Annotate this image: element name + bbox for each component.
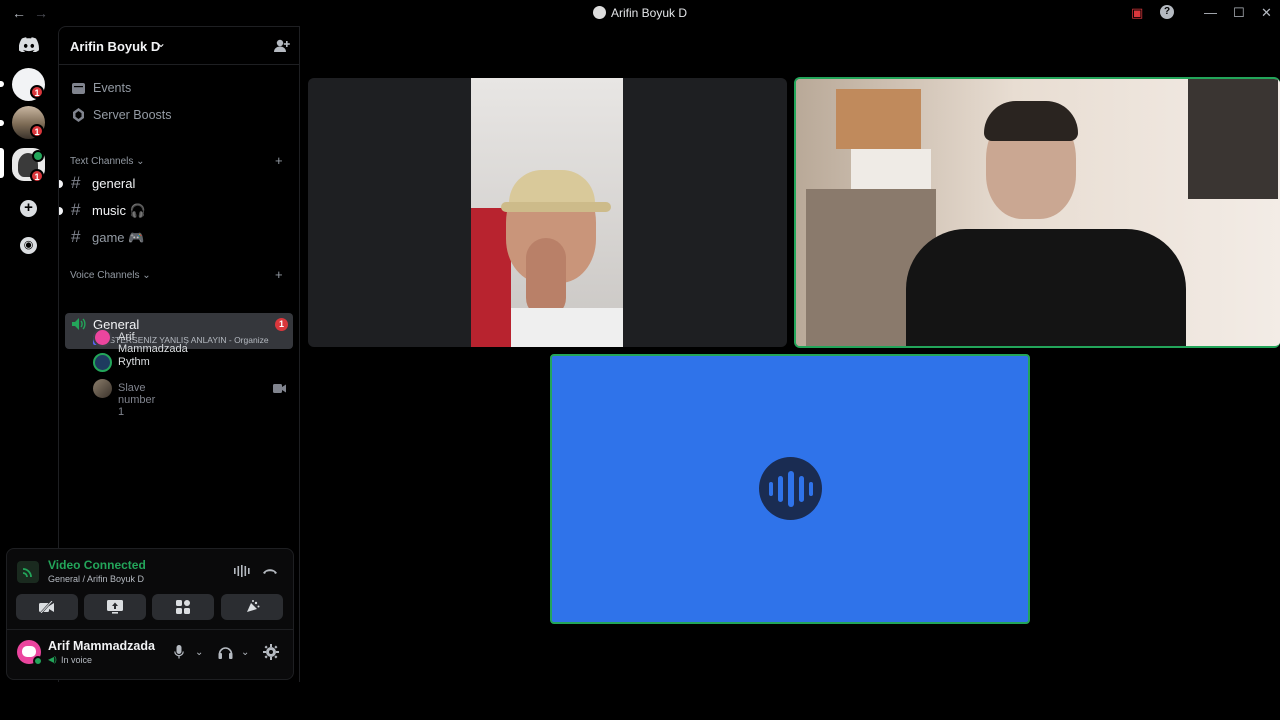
voice-connection-panel: Video Connected General / Arifin Boyuk D… (6, 548, 294, 680)
panel-divider (7, 629, 293, 630)
discord-home-icon[interactable] (12, 28, 45, 61)
member-name: Slave number 1 (118, 382, 156, 418)
channel-name: general (92, 176, 136, 191)
server-boosts-label: Server Boosts (93, 108, 172, 122)
hash-icon: # (71, 227, 81, 246)
speaker-icon (72, 318, 86, 330)
window-title: Arifin Boyuk D (0, 6, 1280, 20)
video-stage (300, 26, 1280, 720)
unread-indicator (59, 180, 63, 188)
channel-music[interactable]: # music 🎧 (59, 199, 293, 223)
sound-bar (808, 481, 813, 496)
mention-badge: 1 (30, 169, 44, 183)
create-voice-channel-icon[interactable]: + (275, 267, 283, 282)
unread-indicator (59, 207, 63, 215)
activities-button[interactable] (152, 594, 214, 620)
user-avatar[interactable] (17, 640, 43, 666)
connection-location[interactable]: General / Arifin Boyuk D (48, 574, 144, 584)
member-name: Arif Mammadzada (118, 331, 188, 355)
discover-icon[interactable]: ◉ (12, 227, 45, 260)
connection-signal-icon[interactable] (17, 561, 39, 583)
screen-share-button[interactable] (84, 594, 146, 620)
minimize-icon[interactable]: — (1204, 5, 1217, 20)
invite-people-icon[interactable] (274, 39, 290, 53)
sound-bar (798, 475, 804, 502)
video-tile-member-1[interactable] (308, 78, 787, 347)
disconnect-icon[interactable] (262, 567, 278, 575)
connection-status[interactable]: Video Connected (48, 558, 146, 572)
voice-channels-category[interactable]: Voice Channels ⌄ (70, 270, 151, 281)
title-bar: ← → Arifin Boyuk D ▣ ? — ☐ ✕ (0, 0, 1280, 26)
deafen-options-chevron-icon[interactable]: ⌄ (241, 647, 249, 658)
user-name[interactable]: Arif Mammadzada (48, 639, 155, 653)
unread-pill (0, 81, 4, 87)
camera-feed-image (471, 78, 623, 347)
settings-gear-icon[interactable] (263, 644, 279, 660)
hash-icon: # (71, 200, 81, 219)
soundboard-icon (246, 600, 259, 612)
voice-channel-badge: 1 (275, 318, 288, 331)
text-channels-category[interactable]: Text Channels ⌄ (70, 156, 145, 167)
server-boosts-item[interactable]: Server Boosts (65, 103, 293, 127)
user-status: In voice (61, 655, 93, 665)
server-name: Arifin Boyuk D (70, 39, 161, 54)
mention-badge: 1 (30, 124, 44, 138)
sound-bar (787, 470, 794, 507)
microphone-icon[interactable] (174, 645, 184, 659)
add-server-glyph: + (20, 200, 37, 217)
camera-off-button[interactable] (16, 594, 78, 620)
video-tile-member-2[interactable] (794, 77, 1280, 348)
in-voice-speaker-icon: ◀) (48, 655, 57, 664)
headphones-icon[interactable] (218, 645, 233, 659)
channel-game[interactable]: # game 🎮 (65, 226, 293, 250)
voice-active-icon (32, 150, 44, 162)
camera-feed-image (796, 79, 1280, 346)
rythm-bot-avatar (759, 457, 822, 520)
audio-tile-rythm[interactable] (550, 354, 1030, 624)
selected-pill (0, 148, 4, 178)
sound-bar (777, 475, 783, 502)
mic-options-chevron-icon[interactable]: ⌄ (195, 647, 203, 658)
window-title-text: Arifin Boyuk D (610, 6, 688, 20)
hash-icon: # (71, 173, 81, 192)
avatar (93, 353, 112, 372)
sound-bar (768, 481, 773, 496)
maximize-icon[interactable]: ☐ (1233, 5, 1245, 21)
help-icon[interactable]: ? (1160, 5, 1174, 19)
chevron-down-icon: ⌄ (156, 36, 167, 50)
events-label: Events (93, 81, 132, 95)
server-avatar-icon (592, 6, 606, 19)
inbox-icon[interactable]: ▣ (1131, 5, 1143, 21)
avatar (93, 379, 112, 398)
soundboard-button[interactable] (221, 594, 283, 620)
events-item[interactable]: Events (65, 76, 293, 100)
calendar-icon (72, 83, 85, 94)
avatar (93, 328, 112, 347)
channel-name: game 🎮 (92, 230, 145, 245)
screen-share-icon (107, 600, 123, 614)
channel-general[interactable]: # general (59, 172, 293, 196)
add-server-icon[interactable]: + (12, 189, 45, 222)
status-indicator (33, 656, 43, 666)
create-text-channel-icon[interactable]: + (275, 153, 283, 168)
close-icon[interactable]: ✕ (1261, 5, 1272, 21)
server-header[interactable]: Arifin Boyuk D ⌄ (59, 27, 299, 65)
camera-off-icon (39, 600, 54, 614)
boost-icon (73, 108, 84, 122)
discover-glyph: ◉ (20, 237, 37, 254)
noise-suppression-icon[interactable] (234, 565, 250, 577)
unread-pill (0, 120, 4, 126)
activities-icon (176, 600, 190, 614)
member-name: Rythm (118, 356, 150, 368)
mention-badge: 1 (30, 85, 44, 99)
camera-icon (273, 384, 286, 393)
channel-name: music 🎧 (92, 203, 146, 218)
